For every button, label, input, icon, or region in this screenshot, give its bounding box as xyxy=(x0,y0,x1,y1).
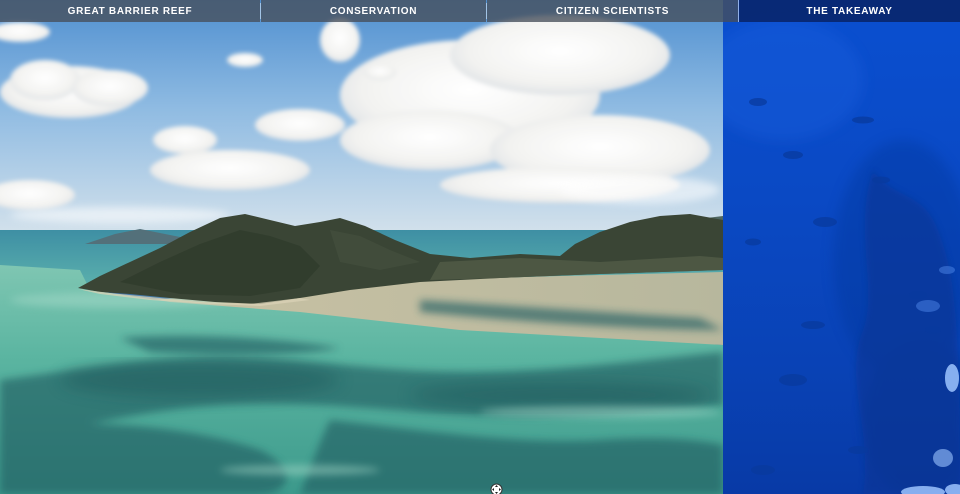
underwater-panel xyxy=(723,0,960,494)
hero-aerial-photo xyxy=(0,0,723,494)
move-cursor-icon xyxy=(490,483,503,494)
page: GREAT BARRIER REEF CONSERVATION CITIZEN … xyxy=(0,0,960,494)
nav-item-the-takeaway[interactable]: THE TAKEAWAY xyxy=(739,0,960,22)
nav-item-conservation[interactable]: CONSERVATION xyxy=(261,0,486,22)
nav-item-great-barrier-reef[interactable]: GREAT BARRIER REEF xyxy=(0,0,260,22)
top-navigation: GREAT BARRIER REEF CONSERVATION CITIZEN … xyxy=(0,0,960,22)
nav-item-citizen-scientists[interactable]: CITIZEN SCIENTISTS xyxy=(487,0,738,22)
